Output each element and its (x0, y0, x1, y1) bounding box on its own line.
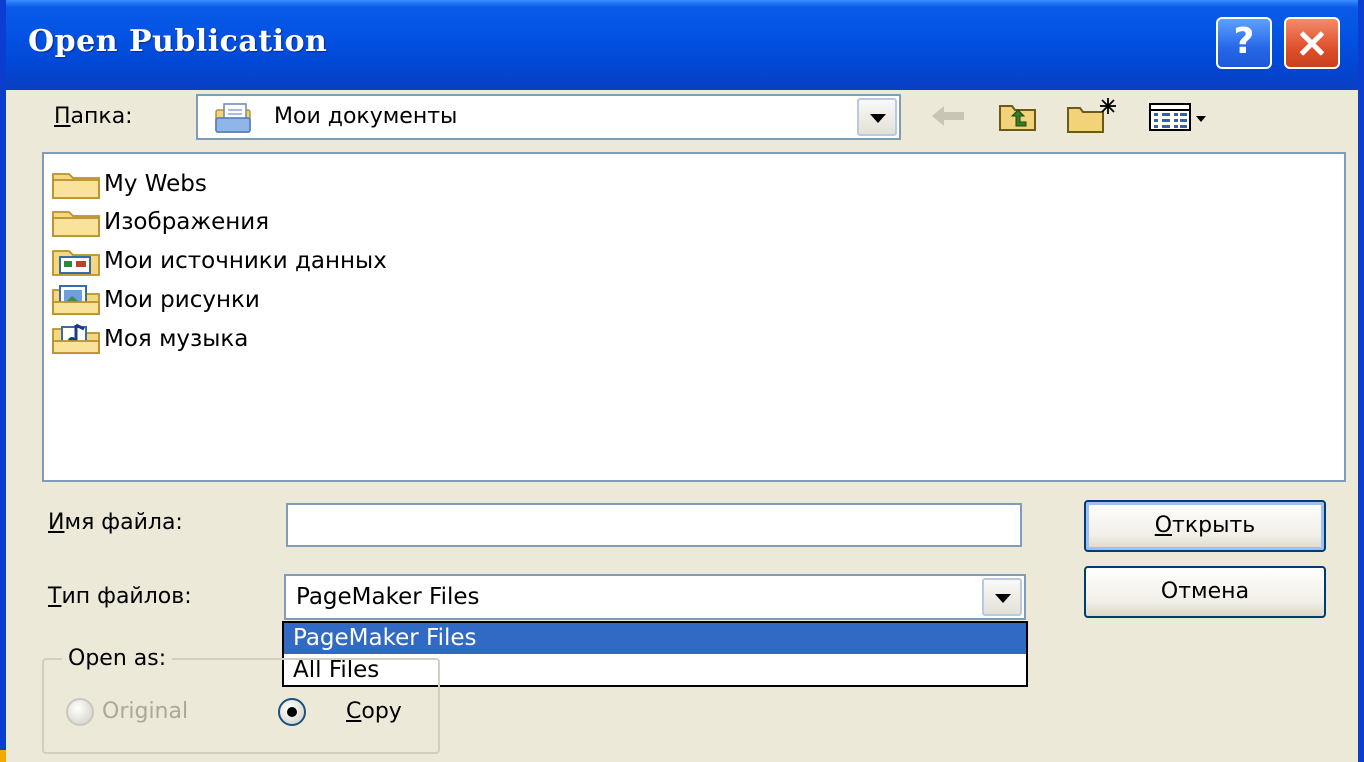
filetype-dropdown-button[interactable] (982, 578, 1022, 616)
open-button[interactable]: Открыть (1084, 500, 1326, 552)
window-title: Open Publication (28, 24, 328, 59)
open-as-legend: Open as: (62, 646, 173, 671)
copy-label: Copy (346, 699, 402, 724)
filetype-option-pagemaker[interactable]: PageMaker Files (284, 623, 1026, 654)
filetype-select[interactable]: PageMaker Files (284, 574, 1026, 620)
list-item[interactable]: Мои рисунки (50, 282, 260, 318)
data-sources-folder-icon (52, 250, 100, 276)
list-item[interactable]: Моя музыка (50, 321, 248, 357)
file-name: Изображения (104, 209, 270, 235)
filetype-label: Тип файлов: (48, 584, 192, 609)
folder-select[interactable]: Мои документы (196, 94, 901, 140)
my-documents-icon (215, 103, 251, 133)
open-publication-dialog: Open Publication ? Папка: Мои документы (0, 0, 1364, 762)
list-item[interactable]: Изображения (50, 204, 269, 240)
file-name: Мои источники данных (104, 248, 387, 274)
help-button[interactable]: ? (1216, 17, 1272, 69)
file-name: My Webs (104, 171, 207, 197)
folder-icon (52, 173, 100, 199)
music-folder-icon (52, 323, 100, 354)
pictures-folder-icon (52, 285, 100, 315)
new-folder-icon[interactable] (1062, 96, 1120, 136)
list-item[interactable]: Мои источники данных (50, 243, 387, 279)
back-arrow-icon[interactable] (924, 96, 972, 136)
title-bar[interactable]: Open Publication ? (6, 0, 1358, 90)
cancel-button[interactable]: Отмена (1084, 566, 1326, 618)
accent-line (0, 750, 6, 762)
up-one-level-icon[interactable] (994, 96, 1042, 136)
file-name: Моя музыка (104, 326, 249, 352)
view-menu-icon[interactable] (1146, 96, 1216, 136)
folder-current: Мои документы (274, 104, 458, 129)
file-list[interactable]: My Webs Изображения Мои источники данных (42, 152, 1346, 482)
copy-radio[interactable] (278, 698, 306, 726)
filetype-selected: PageMaker Files (296, 584, 480, 610)
folder-icon (52, 211, 100, 237)
filename-input[interactable] (286, 503, 1022, 547)
file-name: Мои рисунки (104, 287, 260, 313)
filename-label: Имя файла: (48, 510, 183, 535)
folder-label: Папка: (54, 104, 133, 129)
list-item[interactable]: My Webs (50, 166, 207, 202)
original-label: Original (102, 699, 189, 724)
help-icon: ? (1233, 21, 1255, 62)
close-button[interactable] (1284, 17, 1340, 69)
original-radio[interactable] (66, 698, 94, 726)
folder-dropdown-button[interactable] (857, 98, 897, 136)
